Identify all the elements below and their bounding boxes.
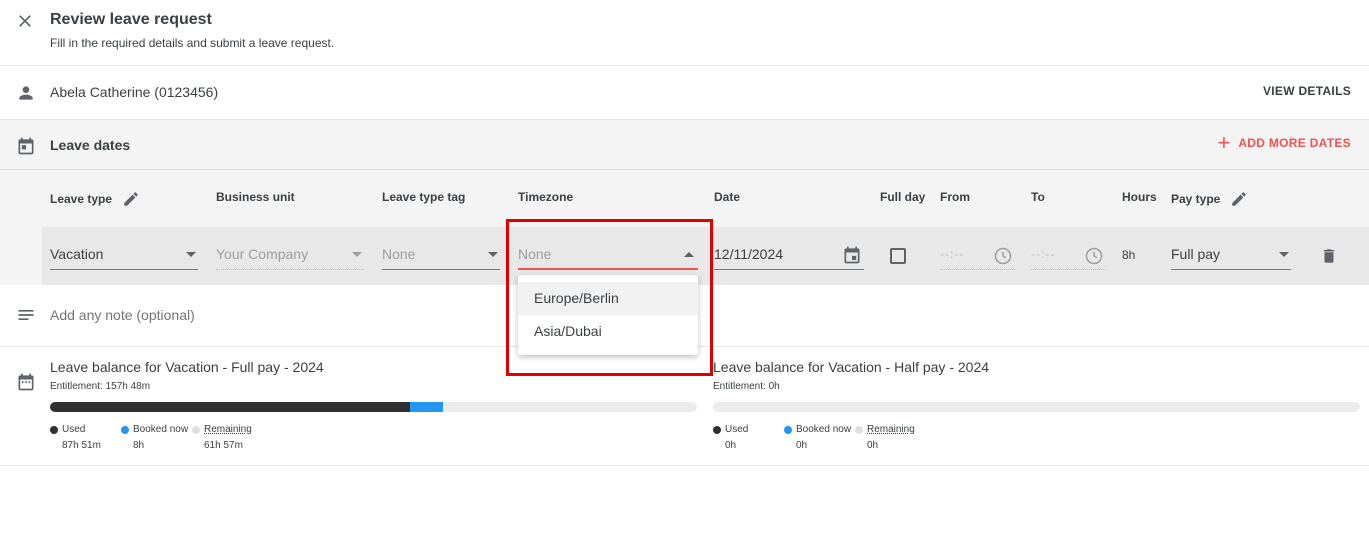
used-dot-icon	[50, 425, 58, 434]
close-icon[interactable]	[15, 11, 35, 31]
column-header-leave-type-tag: Leave type tag	[382, 190, 466, 204]
employee-row: Abela Catherine (0123456) VIEW DETAILS	[0, 66, 1369, 119]
date-value: 12/11/2024	[714, 246, 784, 262]
person-icon	[19, 86, 33, 100]
balance-bar	[713, 402, 1360, 412]
legend-value: 8h	[133, 440, 145, 451]
remaining-dot-icon	[855, 425, 863, 434]
legend-booked: Booked now 0h	[784, 424, 855, 451]
column-header-date: Date	[714, 190, 741, 204]
calendar-balance-icon	[18, 373, 34, 391]
timezone-dropdown-menu: Europe/Berlin Asia/Dubai	[518, 275, 698, 355]
column-header-to: To	[1031, 190, 1045, 204]
pay-type-select[interactable]: Full pay	[1171, 243, 1291, 270]
leave-type-select[interactable]: Vacation	[50, 243, 198, 270]
legend-label: Used	[62, 424, 86, 435]
dropdown-arrow-icon	[488, 252, 498, 257]
timezone-option-asia-dubai[interactable]: Asia/Dubai	[518, 315, 698, 348]
dropdown-arrow-icon	[186, 252, 196, 257]
date-field[interactable]: 12/11/2024	[714, 243, 864, 270]
timezone-option-europe-berlin[interactable]: Europe/Berlin	[518, 282, 698, 315]
booked-dot-icon	[784, 425, 792, 434]
dropdown-arrow-up-icon	[684, 252, 694, 257]
trash-icon[interactable]	[1320, 246, 1338, 266]
view-details-button[interactable]: VIEW DETAILS	[1263, 84, 1351, 98]
employee-name: Abela Catherine (0123456)	[50, 84, 219, 100]
legend-remaining: Remaining 0h	[855, 424, 945, 451]
business-unit-placeholder: Your Company	[216, 246, 309, 262]
used-dot-icon	[713, 425, 721, 434]
clock-icon[interactable]	[993, 246, 1013, 266]
balance-entitlement: Entitlement: 157h 48m	[50, 381, 151, 392]
dropdown-arrow-icon	[352, 252, 362, 257]
legend-label: Booked now	[133, 424, 189, 435]
remaining-dot-icon	[192, 425, 200, 434]
booked-dot-icon	[121, 425, 129, 434]
to-time-placeholder: --:--	[1031, 247, 1056, 261]
dialog-header: Review leave request Fill in the require…	[0, 0, 1369, 66]
column-header-full-day: Full day	[880, 190, 926, 204]
add-more-dates-button[interactable]: + ADD MORE DATES	[1217, 130, 1351, 155]
legend-value: 0h	[796, 440, 808, 451]
to-time-field[interactable]: --:--	[1031, 243, 1106, 270]
add-more-dates-label: ADD MORE DATES	[1238, 136, 1351, 150]
column-header-leave-type: Leave type	[50, 190, 140, 208]
leave-type-value: Vacation	[50, 246, 104, 262]
balance-legend: Used 0h Booked now 0h Remaining 0h	[713, 424, 1360, 451]
balance-legend: Used 87h 51m Booked now 8h Remaining 61h…	[50, 424, 697, 451]
legend-used: Used 0h	[713, 424, 784, 451]
legend-label: Remaining	[867, 424, 915, 435]
calendar-icon	[18, 137, 34, 155]
leave-balance-section: Leave balance for Vacation - Full pay - …	[0, 347, 1369, 466]
pencil-icon[interactable]	[1230, 190, 1248, 208]
legend-value: 0h	[725, 440, 737, 451]
timezone-select[interactable]: None	[518, 243, 698, 270]
leave-balance-card: Leave balance for Vacation - Half pay - …	[713, 359, 1360, 451]
column-header-timezone: Timezone	[518, 190, 574, 204]
balance-title: Leave balance for Vacation - Full pay - …	[50, 359, 324, 375]
balance-title: Leave balance for Vacation - Half pay - …	[713, 359, 990, 375]
legend-label: Booked now	[796, 424, 852, 435]
leave-type-tag-placeholder: None	[382, 246, 416, 262]
calendar-picker-icon[interactable]	[842, 245, 862, 265]
legend-label: Remaining	[204, 424, 252, 435]
leave-dates-title: Leave dates	[50, 137, 131, 153]
balance-bar	[50, 402, 697, 412]
legend-value: 0h	[867, 440, 879, 451]
legend-value: 61h 57m	[204, 440, 243, 451]
timezone-placeholder: None	[518, 246, 552, 262]
column-header-hours: Hours	[1122, 190, 1157, 204]
leave-type-tag-select[interactable]: None	[382, 243, 500, 270]
column-header-pay-type: Pay type	[1171, 190, 1248, 208]
business-unit-select[interactable]: Your Company	[216, 243, 364, 270]
booked-bar-segment	[410, 402, 444, 412]
legend-used: Used 87h 51m	[50, 424, 121, 451]
full-day-checkbox[interactable]	[890, 248, 906, 264]
column-label: Leave type	[50, 192, 113, 206]
plus-icon: +	[1217, 130, 1231, 155]
notes-icon	[18, 310, 34, 320]
legend-booked: Booked now 8h	[121, 424, 192, 451]
pay-type-value: Full pay	[1171, 246, 1221, 262]
page-subtitle: Fill in the required details and submit …	[50, 36, 335, 50]
hours-value: 8h	[1122, 248, 1136, 262]
legend-value: 87h 51m	[62, 440, 101, 451]
from-time-placeholder: --:--	[940, 247, 965, 261]
pencil-icon[interactable]	[122, 190, 140, 208]
clock-icon[interactable]	[1084, 246, 1104, 266]
from-time-field[interactable]: --:--	[940, 243, 1015, 270]
column-label: Pay type	[1171, 192, 1221, 206]
divider	[0, 169, 1369, 170]
leave-dates-section: Leave dates + ADD MORE DATES Leave type …	[0, 119, 1369, 285]
balance-entitlement: Entitlement: 0h	[713, 381, 780, 392]
legend-remaining: Remaining 61h 57m	[192, 424, 282, 451]
column-header-business-unit: Business unit	[216, 190, 295, 204]
dropdown-arrow-icon	[1279, 252, 1289, 257]
leave-balance-card: Leave balance for Vacation - Full pay - …	[50, 359, 697, 451]
page-title: Review leave request	[50, 11, 212, 28]
used-bar-segment	[50, 402, 411, 412]
legend-label: Used	[725, 424, 749, 435]
column-header-from: From	[940, 190, 970, 204]
